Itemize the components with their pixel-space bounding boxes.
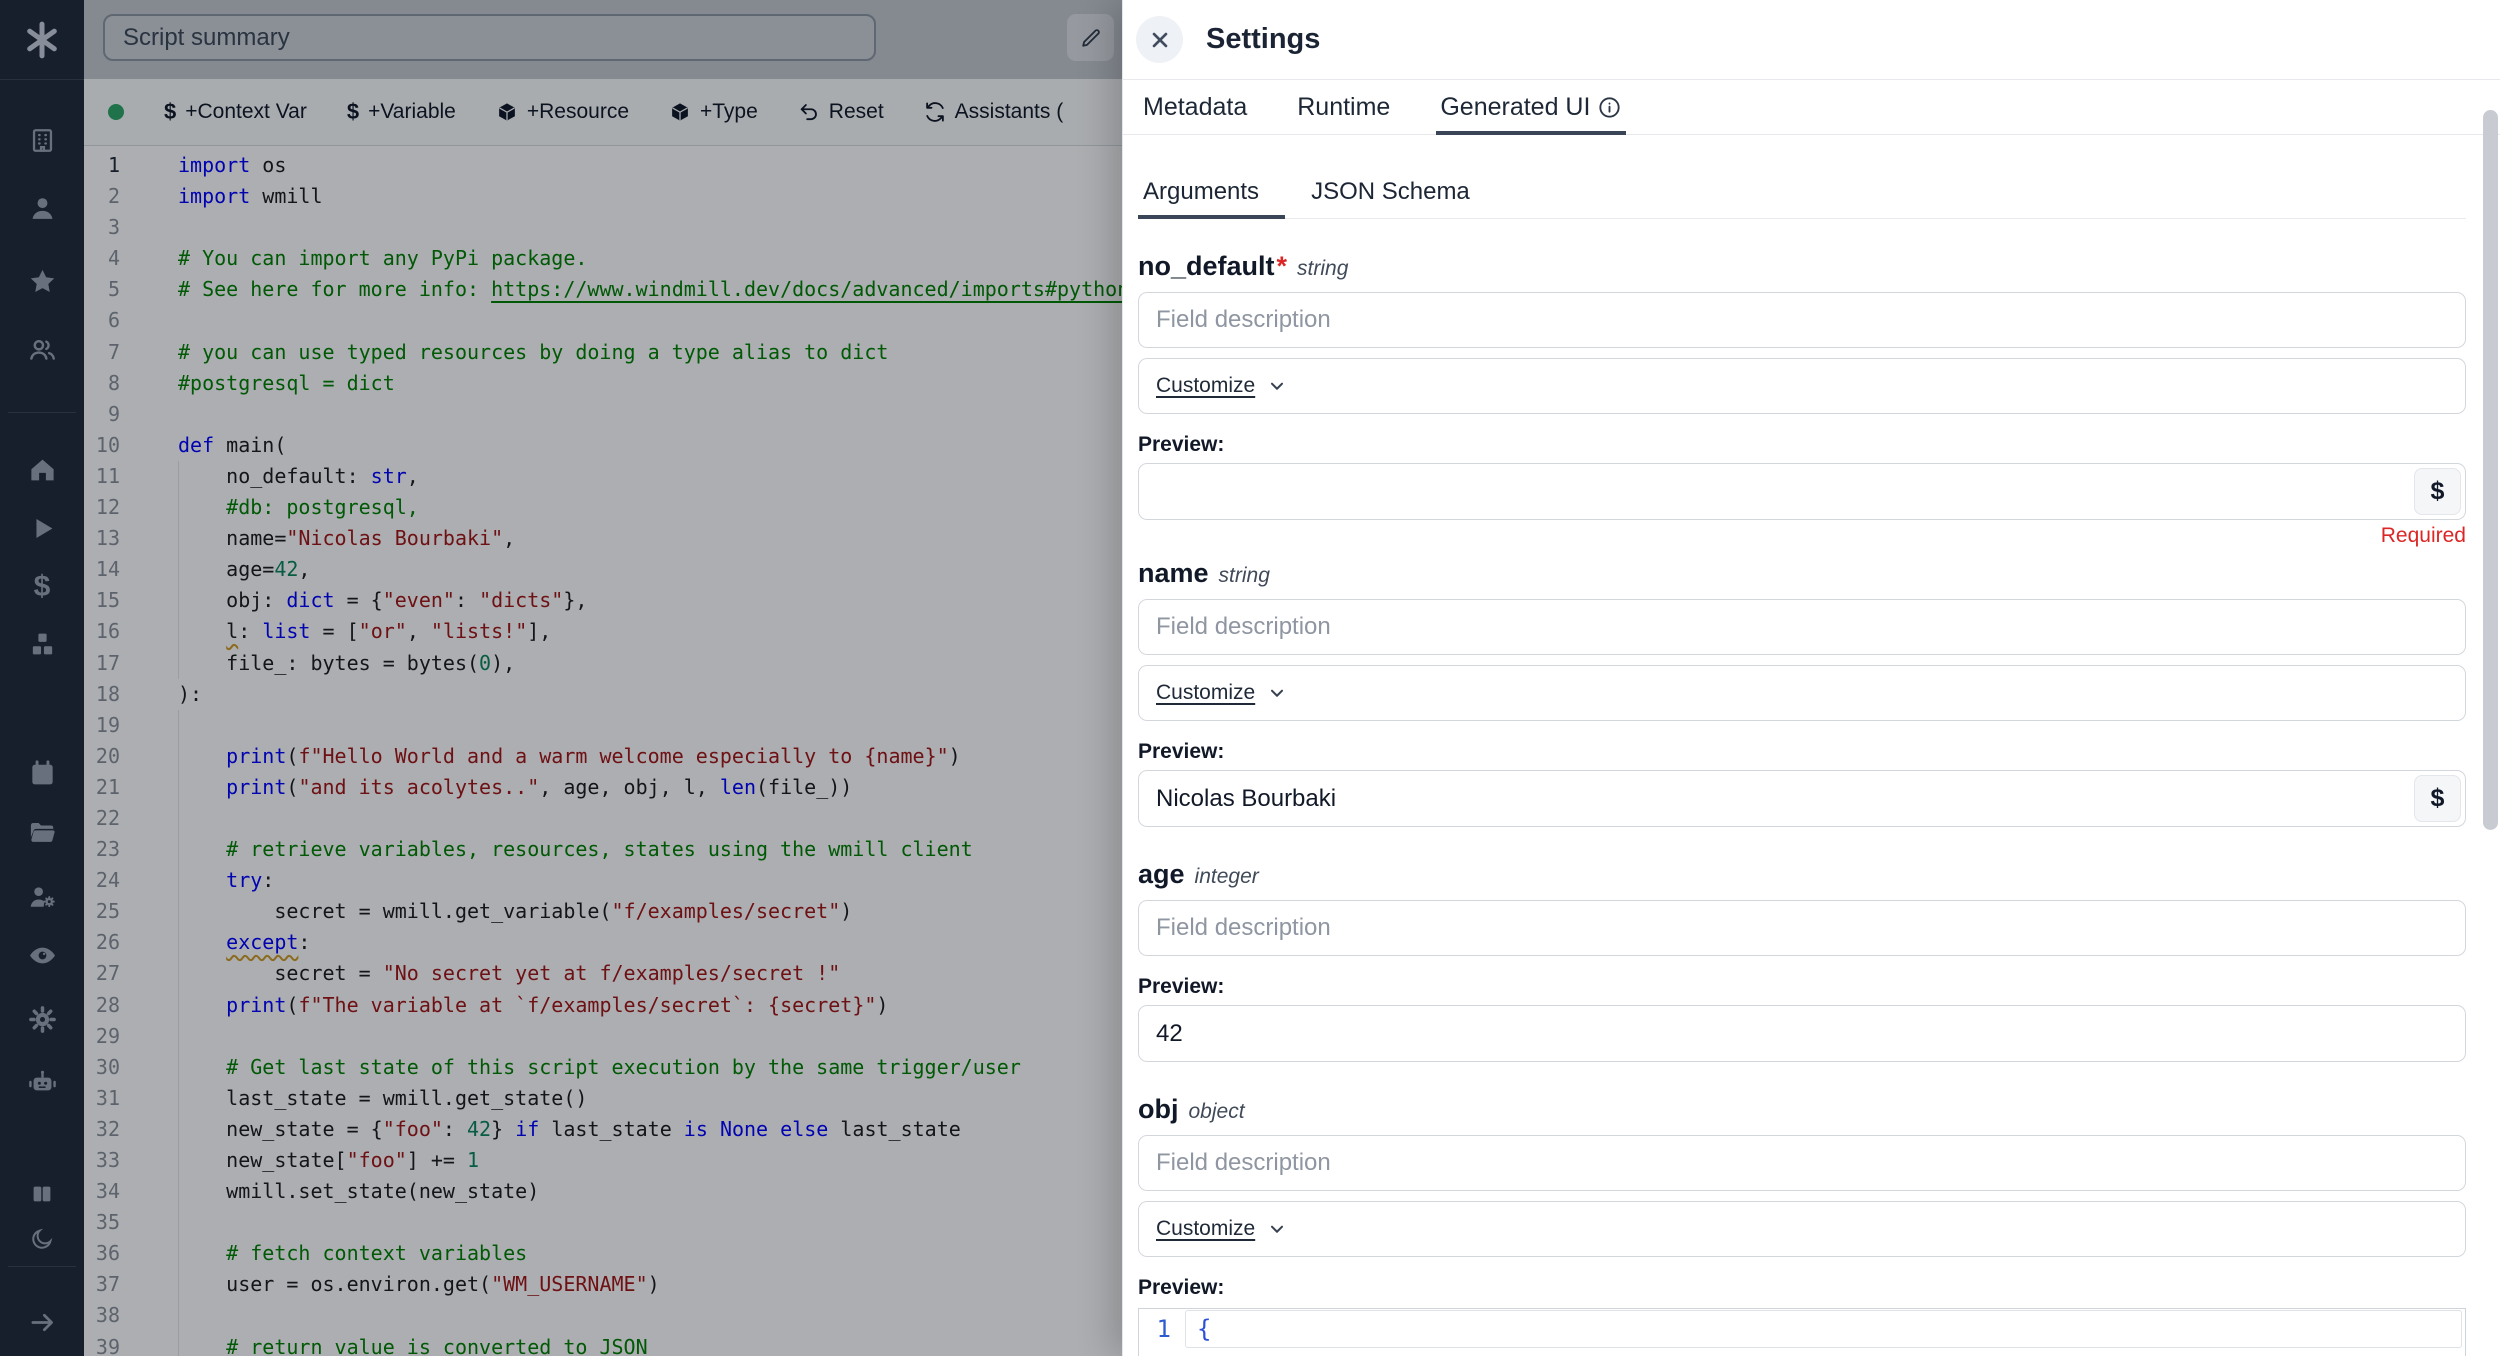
json-code-text: "even": "dicts"	[1185, 1349, 2465, 1356]
tab-runtime[interactable]: Runtime	[1297, 80, 1390, 134]
json-line: 2 "even": "dicts"	[1139, 1349, 2465, 1356]
customize-toggle[interactable]: Customize	[1156, 1217, 1288, 1241]
modal-overlay[interactable]	[0, 0, 1122, 1356]
info-icon	[1597, 95, 1622, 120]
field-no_default-preview-input[interactable]	[1138, 463, 2466, 520]
tab-label: Runtime	[1297, 93, 1390, 122]
field-no_default-description-input[interactable]	[1138, 292, 2466, 348]
field-type: integer	[1195, 860, 1259, 894]
field-name: obj	[1138, 1092, 1179, 1126]
drawer-title: Settings	[1206, 23, 1320, 56]
json-line-number: 1	[1139, 1309, 1185, 1349]
subtab-arguments[interactable]: Arguments	[1138, 166, 1285, 218]
field-obj: obj object Customize Preview: 1{2 "even": "…	[1138, 1092, 2466, 1356]
insert-variable-button[interactable]: $	[2414, 468, 2461, 515]
tab-label: Metadata	[1143, 93, 1247, 122]
tab-metadata[interactable]: Metadata	[1143, 80, 1247, 134]
field-name: no_default	[1138, 249, 1275, 283]
required-note: Required	[1138, 524, 2466, 548]
customize-section: Customize	[1138, 358, 2466, 414]
field-age: age integer Preview:	[1138, 857, 2466, 1062]
preview-label: Preview:	[1138, 432, 2466, 457]
tab-generated-ui[interactable]: Generated UI	[1440, 80, 1622, 134]
customize-toggle[interactable]: Customize	[1156, 681, 1288, 705]
field-age-description-input[interactable]	[1138, 900, 2466, 956]
customize-section: Customize	[1138, 1201, 2466, 1257]
field-type: string	[1297, 252, 1348, 286]
tab-label: Generated UI	[1440, 93, 1590, 122]
json-code-text: {	[1185, 1309, 2465, 1349]
close-button[interactable]	[1136, 16, 1183, 63]
customize-section: Customize	[1138, 665, 2466, 721]
preview-field	[1138, 1005, 2466, 1062]
close-icon	[1147, 27, 1173, 53]
field-name: age	[1138, 857, 1185, 891]
drawer-scrollbar[interactable]	[2483, 110, 2498, 830]
drawer-header: Settings	[1123, 0, 2500, 80]
preview-label: Preview:	[1138, 739, 2466, 764]
json-line: 1{	[1139, 1309, 2465, 1349]
field-label: name string	[1138, 556, 2466, 593]
customize-toggle[interactable]: Customize	[1156, 374, 1288, 398]
chevron-down-icon	[1266, 682, 1288, 704]
field-obj-description-input[interactable]	[1138, 1135, 2466, 1191]
generated-ui-subtabs: ArgumentsJSON Schema	[1138, 166, 2466, 219]
settings-tabs: Metadata Runtime Generated UI	[1123, 80, 2500, 135]
field-type: string	[1219, 559, 1270, 593]
field-label: obj object	[1138, 1092, 2466, 1129]
required-asterisk: *	[1277, 249, 1288, 283]
json-line-number: 2	[1139, 1349, 1185, 1356]
preview-field: $	[1138, 463, 2466, 520]
customize-label: Customize	[1156, 1217, 1255, 1241]
subtab-json-schema[interactable]: JSON Schema	[1285, 166, 1496, 218]
field-name: name string Customize Preview: $	[1138, 556, 2466, 827]
field-no_default: no_default* string Customize Preview: $ Requ…	[1138, 249, 2466, 548]
field-type: object	[1189, 1095, 1245, 1129]
field-age-preview-input[interactable]	[1138, 1005, 2466, 1062]
field-name: name	[1138, 556, 1209, 590]
field-label: age integer	[1138, 857, 2466, 894]
settings-drawer: Settings Metadata Runtime Generated UI Arg…	[1122, 0, 2500, 1356]
field-label: no_default* string	[1138, 249, 2466, 286]
preview-label: Preview:	[1138, 974, 2466, 999]
field-name-description-input[interactable]	[1138, 599, 2466, 655]
customize-label: Customize	[1156, 374, 1255, 398]
drawer-content: ArgumentsJSON Schema no_default* string Cu…	[1138, 136, 2466, 1356]
field-name-preview-input[interactable]	[1138, 770, 2466, 827]
customize-label: Customize	[1156, 681, 1255, 705]
fields-container: no_default* string Customize Preview: $ Requ…	[1138, 249, 2466, 1356]
chevron-down-icon	[1266, 375, 1288, 397]
chevron-down-icon	[1266, 1218, 1288, 1240]
json-preview-editor[interactable]: 1{2 "even": "dicts"	[1138, 1308, 2466, 1356]
preview-label: Preview:	[1138, 1275, 2466, 1300]
preview-field: $	[1138, 770, 2466, 827]
insert-variable-button[interactable]: $	[2414, 775, 2461, 822]
